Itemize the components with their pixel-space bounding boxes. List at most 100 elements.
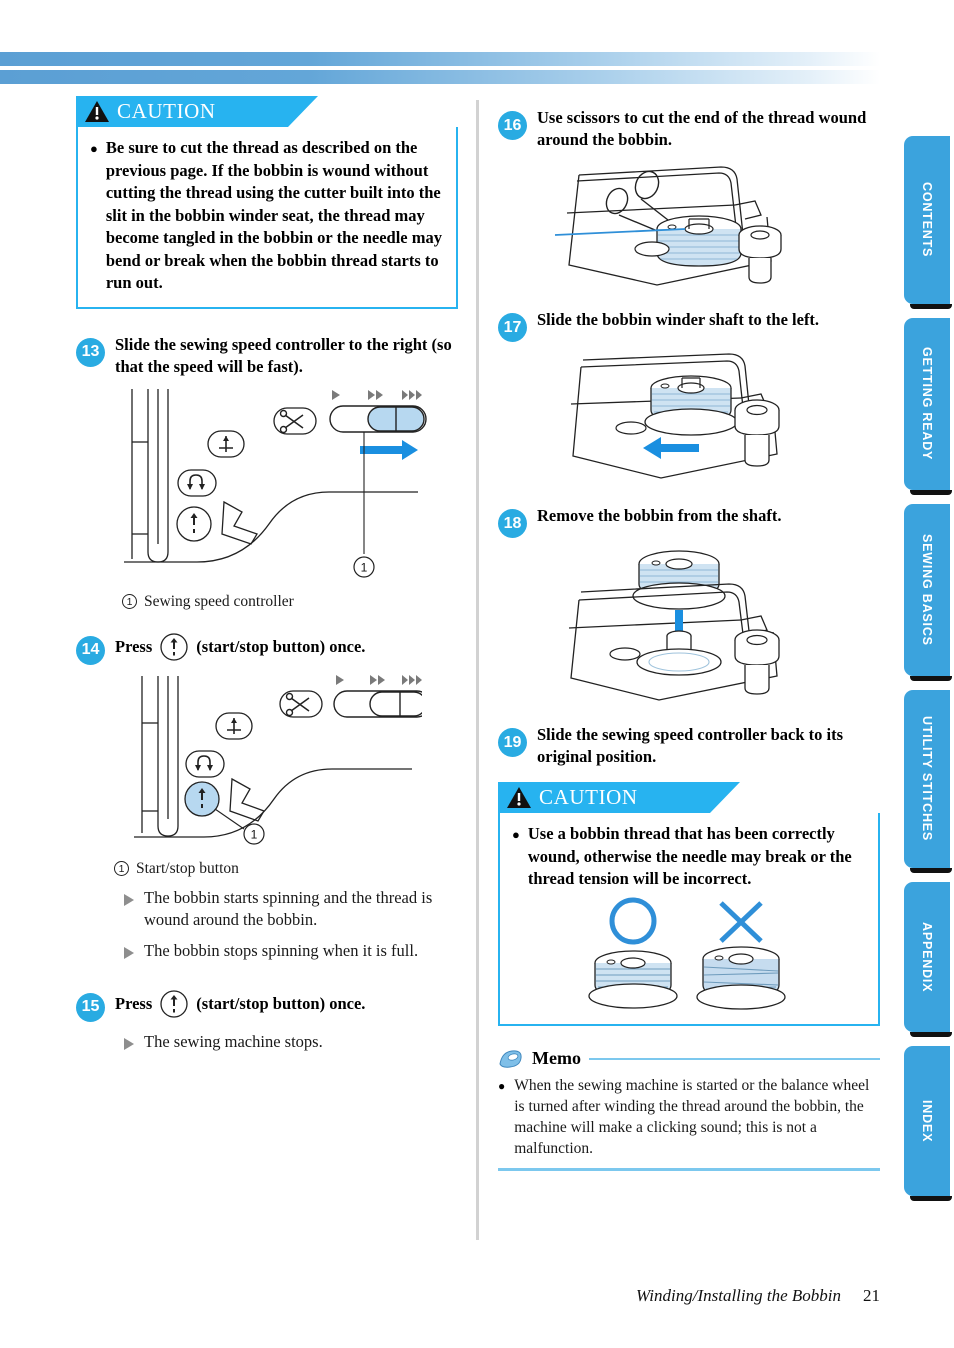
seat-hole-icon bbox=[615, 421, 647, 435]
cross-ng-icon bbox=[718, 900, 763, 943]
caution-heading: CAUTION bbox=[539, 785, 638, 809]
step-13: 13 Slide the sewing speed controller to … bbox=[76, 329, 458, 378]
step-19-text: Slide the sewing speed controller back t… bbox=[537, 725, 844, 766]
caption-number-icon: 1 bbox=[114, 861, 129, 876]
triangle-bullet-icon bbox=[124, 1037, 134, 1050]
caution-bullet-item: ● Use a bobbin thread that has been corr… bbox=[512, 823, 864, 891]
bobbin-icon-removed bbox=[632, 550, 726, 610]
direction-arrow-right-icon bbox=[360, 439, 418, 460]
caption-number-icon: 1 bbox=[122, 594, 137, 609]
bobbin-icon bbox=[644, 375, 738, 436]
reverse-stitch-button-icon bbox=[185, 749, 225, 778]
needle-position-button-icon bbox=[215, 711, 253, 740]
bobbin-incorrect-icon bbox=[695, 945, 786, 1010]
step-badge-18: 18 bbox=[498, 509, 527, 538]
step-16-text: Use scissors to cut the end of the threa… bbox=[537, 108, 867, 149]
caution-heading: CAUTION bbox=[117, 99, 216, 123]
svg-text:1: 1 bbox=[251, 827, 258, 841]
caution-bullet-item: ● Be sure to cut the thread as described… bbox=[90, 137, 442, 295]
side-tab-utility-stitches[interactable]: UTILITY STITCHES bbox=[904, 690, 952, 873]
figure-step-18 bbox=[498, 544, 880, 709]
step-badge-15: 15 bbox=[76, 992, 105, 1022]
side-tab-label: INDEX bbox=[920, 1099, 934, 1143]
bullet-dot-icon: ● bbox=[90, 141, 98, 156]
memo-rule bbox=[588, 1057, 880, 1060]
side-tab-index[interactable]: INDEX bbox=[904, 1046, 952, 1201]
step-14: 14 Press (start/stop button) once. bbox=[76, 627, 458, 665]
result-text: The bobbin starts spinning and the threa… bbox=[144, 887, 433, 929]
step-17-text: Slide the bobbin winder shaft to the lef… bbox=[537, 310, 820, 329]
caution-bullet-text: Be sure to cut the thread as described o… bbox=[105, 138, 442, 292]
triangle-bullet-icon bbox=[124, 893, 134, 906]
callout-number-1: 1 bbox=[353, 555, 375, 578]
manual-page: CAUTION ● Be sure to cut the thread as d… bbox=[0, 0, 954, 1348]
thread-cutter-button-icon bbox=[273, 406, 317, 435]
speed-marker-icons bbox=[332, 389, 422, 400]
caution-banner: CAUTION bbox=[498, 782, 740, 813]
side-tab-label: CONTENTS bbox=[920, 182, 934, 258]
memo-bottom-rule bbox=[498, 1167, 880, 1171]
side-tab-label: UTILITY STITCHES bbox=[920, 716, 934, 842]
right-column: 16 Use scissors to cut the end of the th… bbox=[498, 96, 880, 1171]
side-tab-nav: CONTENTS GETTING READY SEWING BASICS UTI… bbox=[898, 136, 954, 1210]
step-badge-19: 19 bbox=[498, 728, 527, 757]
header-bar-bottom bbox=[0, 70, 880, 84]
memo-bullet-item: ● When the sewing machine is started or … bbox=[498, 1075, 880, 1159]
sewing-speed-controller-slider bbox=[329, 404, 427, 433]
side-tab-contents[interactable]: CONTENTS bbox=[904, 136, 952, 309]
needle-position-button-icon bbox=[207, 429, 245, 458]
step-badge-16: 16 bbox=[498, 111, 527, 140]
bobbin-correct-icon bbox=[587, 949, 678, 1009]
step-14-text-before: Press bbox=[115, 636, 153, 656]
bobbin-winder-shaft-icon bbox=[636, 630, 722, 676]
svg-text:1: 1 bbox=[361, 560, 368, 574]
page-footer: Winding/Installing the Bobbin 21 bbox=[0, 1286, 890, 1306]
bobbin-winder-scissors-illustration bbox=[554, 166, 782, 286]
caution-banner: CAUTION bbox=[76, 96, 318, 127]
figure-caption-13-text: Sewing speed controller bbox=[144, 592, 294, 610]
step-16: 16 Use scissors to cut the end of the th… bbox=[498, 102, 880, 151]
result-item: The sewing machine stops. bbox=[124, 1031, 458, 1053]
side-tab-label: APPENDIX bbox=[920, 921, 934, 993]
memo-heading: Memo bbox=[532, 1048, 581, 1068]
bobbin-icon bbox=[656, 215, 742, 267]
memo-header: Memo bbox=[498, 1048, 880, 1070]
triangle-bullet-icon bbox=[124, 946, 134, 959]
header-bar-top bbox=[0, 52, 880, 66]
thread-cutter-button-icon bbox=[279, 689, 323, 718]
bobbin-winding-comparison-illustration bbox=[587, 897, 786, 1010]
column-divider bbox=[476, 100, 479, 1240]
figure-step-17 bbox=[498, 348, 880, 488]
sewing-speed-controller-slider bbox=[333, 689, 422, 718]
figure-step-13: 1 bbox=[76, 384, 458, 589]
reverse-stitch-button-icon bbox=[177, 468, 217, 497]
side-tab-sewing-basics[interactable]: SEWING BASICS bbox=[904, 504, 952, 681]
side-tab-label: GETTING READY bbox=[920, 347, 934, 461]
step-13-text: Slide the sewing speed controller to the… bbox=[115, 334, 452, 376]
caution-body: ● Use a bobbin thread that has been corr… bbox=[498, 813, 880, 1026]
sewing-machine-panel-illustration-2: 1 bbox=[134, 674, 422, 845]
bobbin-winder-shaft-left-illustration bbox=[570, 353, 780, 479]
result-item: The bobbin starts spinning and the threa… bbox=[124, 887, 458, 931]
figure-step-14: 1 bbox=[76, 671, 458, 856]
bobbin-winder-stopper-icon bbox=[734, 629, 780, 695]
page-header-bars bbox=[0, 0, 954, 84]
start-stop-button-icon bbox=[176, 505, 212, 542]
step-15: 15 Press (start/stop button) once. bbox=[76, 984, 458, 1022]
left-column: CAUTION ● Be sure to cut the thread as d… bbox=[76, 96, 458, 1053]
side-tab-getting-ready[interactable]: GETTING READY bbox=[904, 318, 952, 495]
bobbin-winder-stopper-icon bbox=[734, 399, 780, 467]
caution-body: ● Be sure to cut the thread as described… bbox=[76, 127, 458, 309]
footer-section-title: Winding/Installing the Bobbin bbox=[636, 1286, 841, 1305]
sewing-machine-panel-illustration: 1 bbox=[124, 388, 427, 578]
figure-step-16 bbox=[498, 157, 880, 292]
start-stop-button-icon bbox=[160, 632, 188, 661]
figure-caption-13: 1 Sewing speed controller bbox=[122, 593, 458, 611]
warning-triangle-icon bbox=[85, 101, 109, 122]
result-item: The bobbin stops spinning when it is ful… bbox=[124, 940, 458, 962]
speed-marker-icons bbox=[336, 674, 422, 685]
callout-leader-line bbox=[214, 808, 245, 829]
side-tab-appendix[interactable]: APPENDIX bbox=[904, 882, 952, 1037]
step-18: 18 Remove the bobbin from the shaft. bbox=[498, 500, 880, 538]
caution-box-right: CAUTION ● Use a bobbin thread that has b… bbox=[498, 782, 880, 1026]
